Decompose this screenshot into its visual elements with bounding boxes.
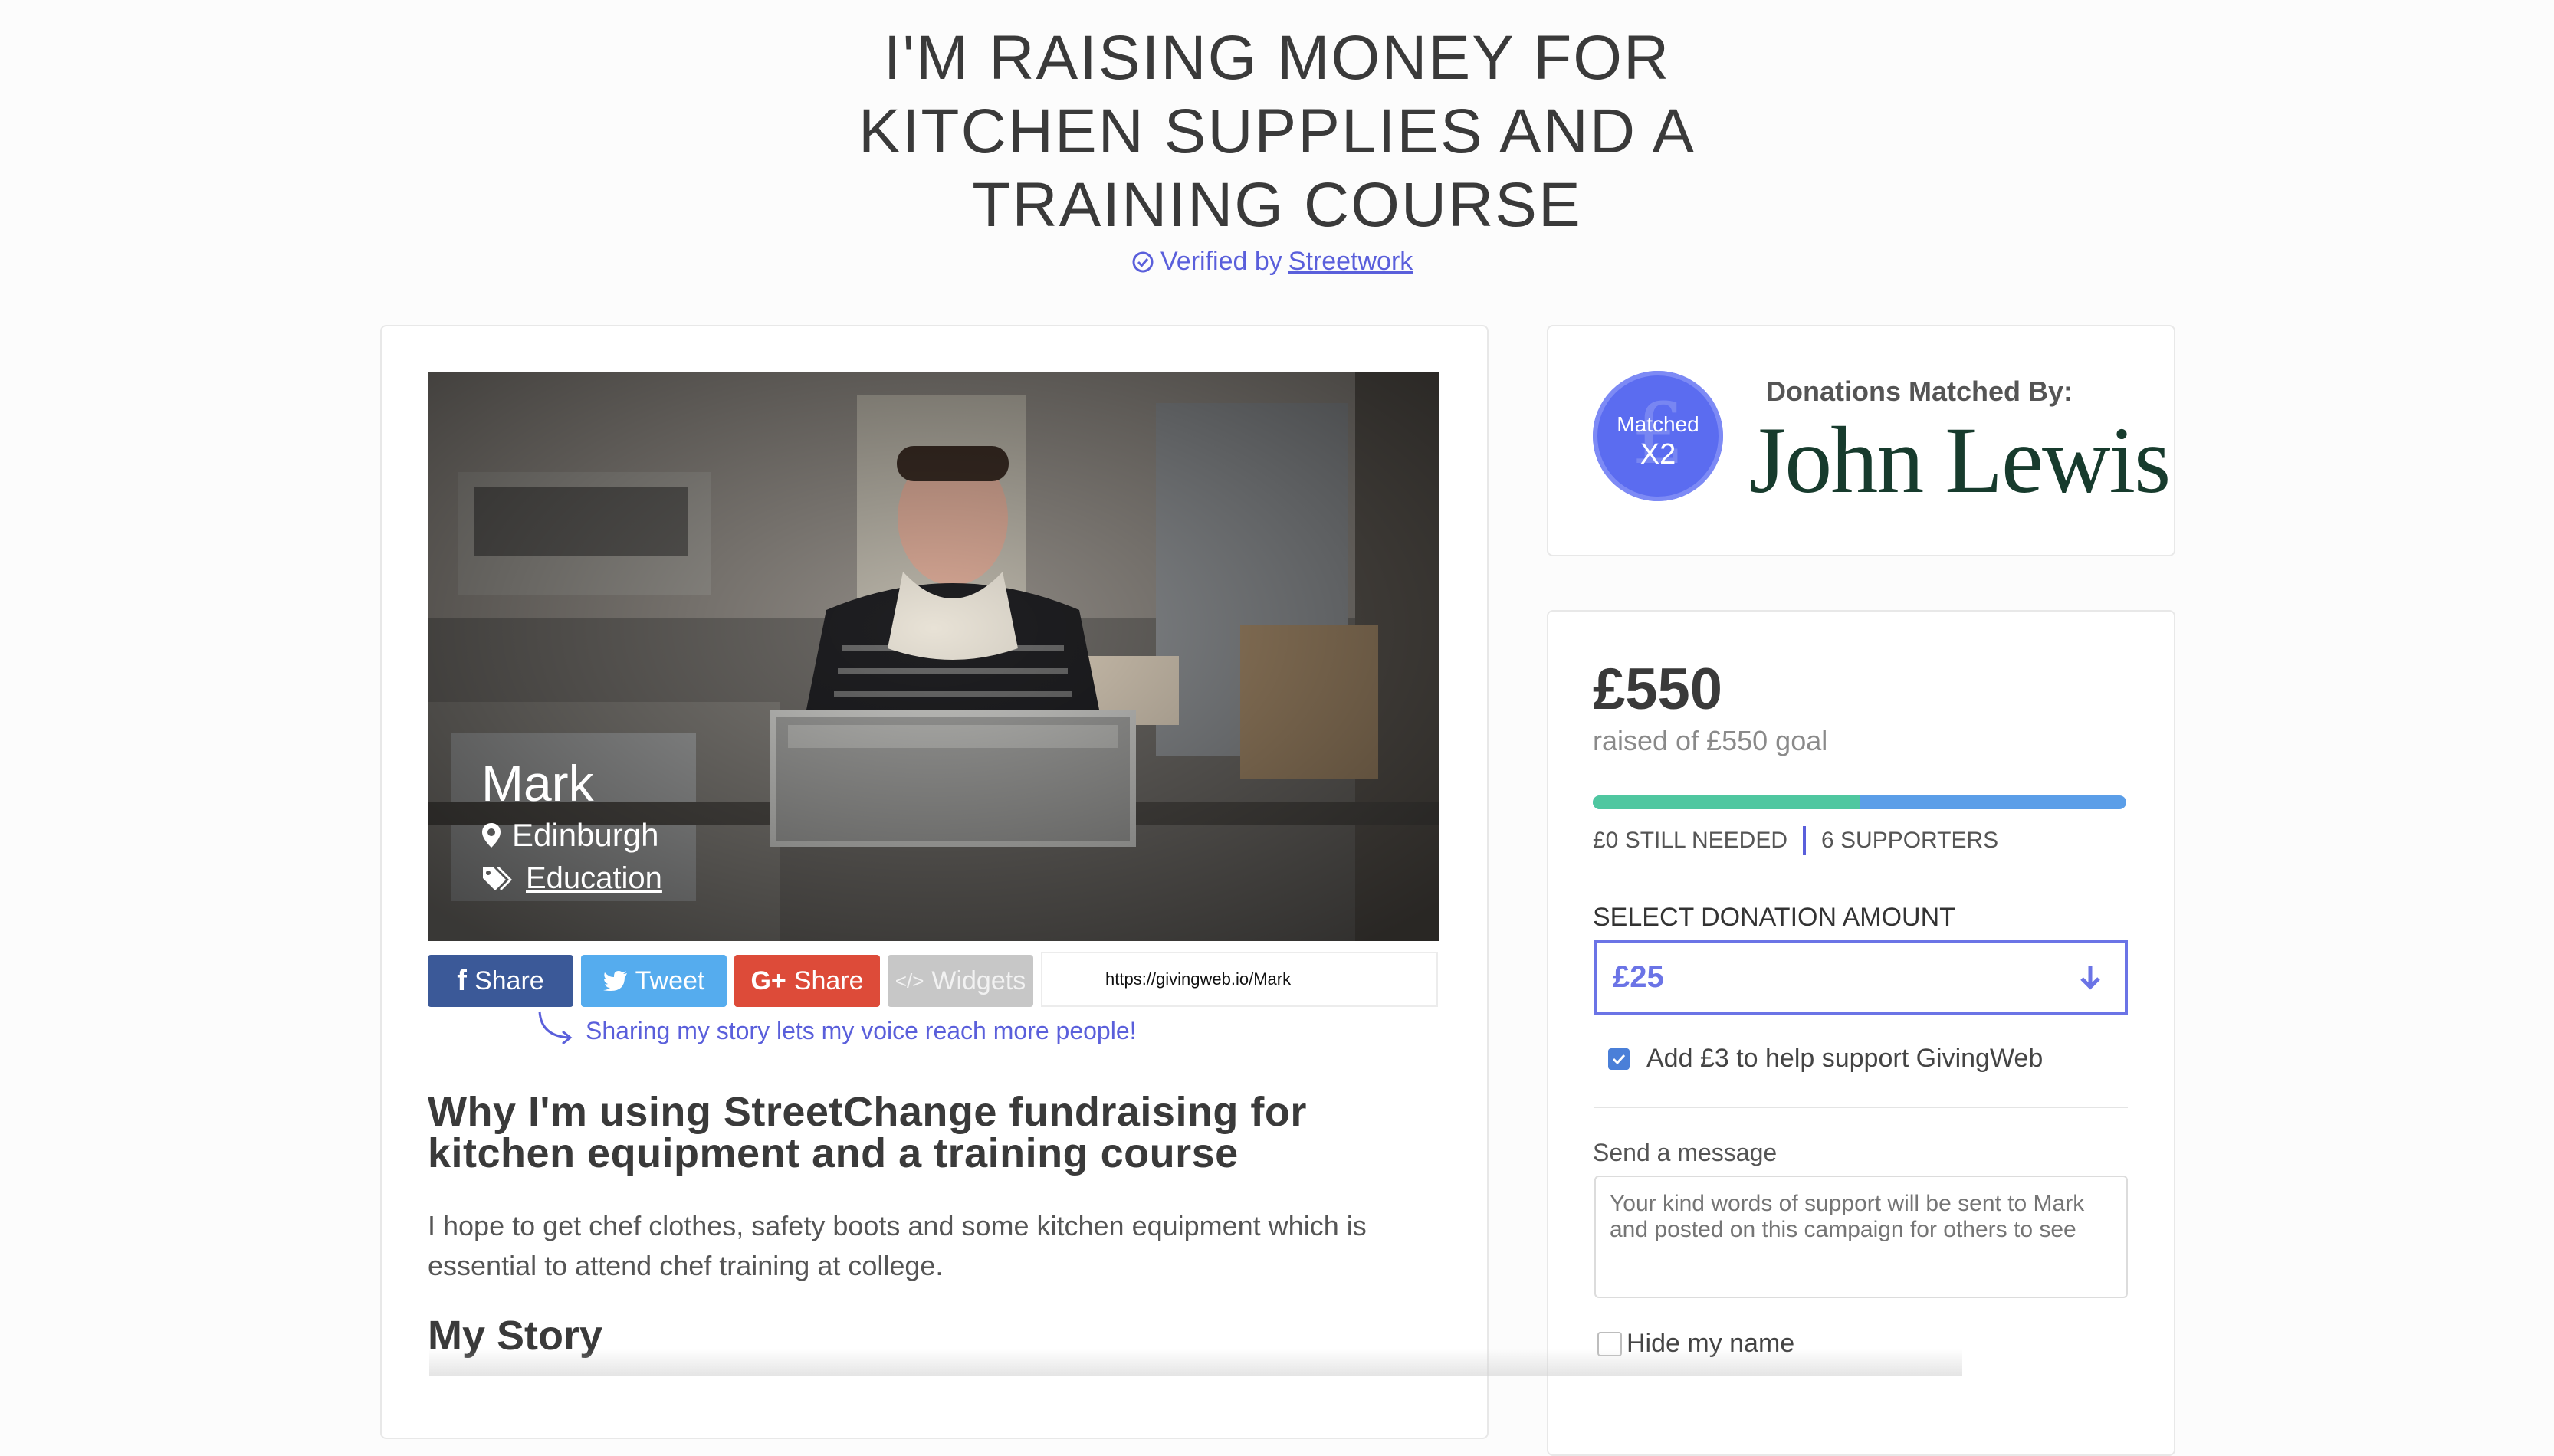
verified-prefix: Verified by — [1160, 247, 1282, 276]
google-plus-share-label: Share — [793, 966, 864, 995]
location-text: Edinburgh — [512, 817, 659, 853]
funding-stats: £0 STILL NEEDED 6 SUPPORTERS — [1593, 826, 1998, 855]
beneficiary-category: Education — [481, 861, 662, 896]
why-text: I hope to get chef clothes, safety boots… — [428, 1210, 1367, 1281]
page-bottom-shadow — [429, 1349, 1962, 1376]
kitchen-photo-illustration — [428, 372, 1439, 941]
location-pin-icon — [482, 823, 501, 848]
selected-amount: £25 — [1613, 959, 1664, 994]
widgets-button[interactable]: </> Widgets — [888, 955, 1033, 1007]
category-link[interactable]: Education — [526, 861, 662, 896]
raised-amount: £550 — [1593, 657, 1723, 722]
tags-icon — [483, 867, 512, 890]
progress-fill — [1593, 795, 1860, 809]
google-plus-share-button[interactable]: G+ Share — [734, 955, 880, 1007]
beneficiary-name: Mark — [481, 755, 594, 812]
facebook-share-button[interactable]: f Share — [428, 955, 573, 1007]
still-needed: £0 STILL NEEDED — [1593, 828, 1787, 853]
widgets-label: Widgets — [931, 966, 1026, 995]
raised-goal-text: raised of £550 goal — [1593, 725, 1828, 756]
support-fee-checkbox[interactable] — [1608, 1048, 1630, 1070]
funding-progress-bar — [1593, 795, 2126, 809]
facebook-share-label: Share — [474, 966, 544, 995]
matched-badge: £ Matched X2 — [1593, 371, 1723, 501]
why-heading: Why I'm using StreetChange fundraising f… — [428, 1089, 1307, 1176]
google-plus-icon: G+ — [750, 966, 786, 995]
beneficiary-location: Edinburgh — [481, 817, 658, 854]
matched-badge-multiplier: X2 — [1640, 438, 1676, 471]
section-divider — [1594, 1107, 2128, 1108]
stats-divider — [1803, 826, 1806, 855]
curved-arrow-icon — [538, 1011, 573, 1045]
campaign-photo — [428, 372, 1439, 941]
verified-line: Verified by Streetwork — [1131, 247, 1413, 277]
facebook-icon: f — [457, 964, 467, 997]
code-icon: </> — [895, 969, 924, 992]
share-url-field[interactable]: https://givingweb.io/Mark — [1041, 952, 1438, 1007]
support-fee-label: Add £3 to help support GivingWeb — [1646, 1044, 2044, 1073]
twitter-tweet-button[interactable]: Tweet — [581, 955, 727, 1007]
message-textarea[interactable] — [1594, 1176, 2128, 1298]
campaign-title: I'M RAISING MONEY FOR KITCHEN SUPPLIES A… — [858, 23, 1696, 240]
share-hint: Sharing my story lets my voice reach mor… — [537, 1010, 1137, 1045]
donation-amount-label: SELECT DONATION AMOUNT — [1593, 903, 1955, 932]
twitter-bird-icon — [602, 971, 627, 991]
donation-amount-select[interactable]: £25 — [1594, 940, 2128, 1015]
matched-by-heading: Donations Matched By: — [1766, 375, 2073, 407]
message-label: Send a message — [1593, 1139, 1778, 1166]
support-fee-option: Add £3 to help support GivingWeb — [1608, 1044, 2043, 1074]
arrow-down-icon — [2080, 966, 2100, 990]
share-hint-text: Sharing my story lets my voice reach mor… — [586, 1017, 1137, 1044]
verified-check-icon — [1132, 251, 1154, 272]
checkmark-icon — [1612, 1054, 1626, 1064]
verifier-link[interactable]: Streetwork — [1288, 247, 1413, 277]
supporters-count: 6 SUPPORTERS — [1821, 828, 1999, 853]
sponsor-logo: John Lewis — [1749, 408, 2171, 513]
twitter-tweet-label: Tweet — [635, 966, 705, 995]
matched-badge-label: Matched — [1617, 412, 1699, 436]
